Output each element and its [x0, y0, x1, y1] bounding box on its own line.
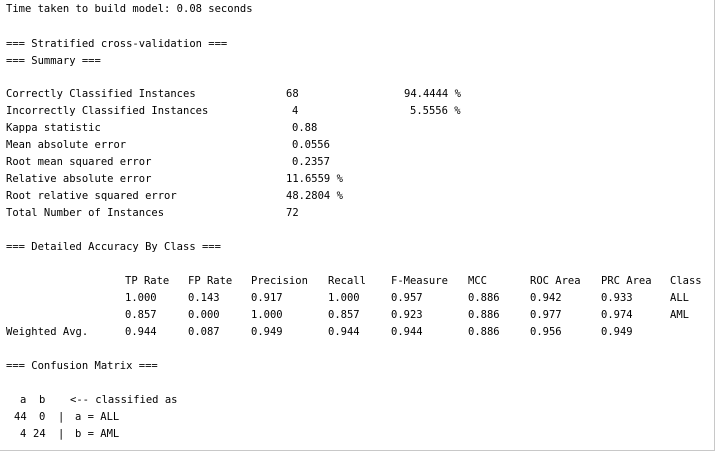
confusion-classified-as: <-- classified as [70, 394, 178, 406]
cell-wavg-fp-rate: 0.087 [188, 326, 220, 338]
rae-label: Relative absolute error [6, 173, 152, 185]
cell-all-precision: 0.917 [251, 292, 283, 304]
correct-label: Correctly Classified Instances [6, 88, 196, 100]
cell-all-f-measure: 0.957 [391, 292, 423, 304]
col-header-prc-area: PRC Area [601, 275, 652, 287]
confusion-r2-b: 24 [33, 428, 46, 440]
confusion-col-a: a [20, 394, 27, 406]
cell-all-class: ALL [670, 292, 689, 304]
col-header-tp-rate: TP Rate [125, 275, 170, 287]
col-header-precision: Precision [251, 275, 308, 287]
cell-all-recall: 1.000 [328, 292, 360, 304]
correct-pct: 94.4444 % [404, 88, 461, 100]
cell-all-fp-rate: 0.143 [188, 292, 220, 304]
cell-aml-roc-area: 0.977 [530, 309, 562, 321]
confusion-header: === Confusion Matrix === [6, 360, 158, 372]
kappa-value: 0.88 [292, 122, 318, 134]
mae-label: Mean absolute error [6, 139, 127, 151]
total-label: Total Number of Instances [6, 207, 165, 219]
confusion-r2-label: b = AML [75, 428, 120, 440]
cell-aml-mcc: 0.886 [468, 309, 500, 321]
cell-wavg-recall: 0.944 [328, 326, 360, 338]
total-value: 72 [286, 207, 299, 219]
rae-value: 11.6559 % [286, 173, 343, 185]
confusion-col-b: b [39, 394, 46, 406]
mae-value: 0.0556 [292, 139, 330, 151]
cell-wavg-roc-area: 0.956 [530, 326, 562, 338]
confusion-r1-label: a = ALL [75, 411, 120, 423]
cell-wavg-tp-rate: 0.944 [125, 326, 157, 338]
cell-wavg-prc-area: 0.949 [601, 326, 633, 338]
incorrect-pct: 5.5556 % [410, 105, 461, 117]
accuracy-header: === Detailed Accuracy By Class === [6, 241, 221, 253]
cell-aml-fp-rate: 0.000 [188, 309, 220, 321]
rrse-label: Root relative squared error [6, 190, 177, 202]
col-header-roc-area: ROC Area [530, 275, 581, 287]
cell-aml-class: AML [670, 309, 689, 321]
summary-header: === Summary === [6, 55, 101, 67]
confusion-r2-a: 4 [20, 428, 27, 440]
cell-aml-tp-rate: 0.857 [125, 309, 157, 321]
cell-wavg-mcc: 0.886 [468, 326, 500, 338]
cell-all-roc-area: 0.942 [530, 292, 562, 304]
cell-wavg-f-measure: 0.944 [391, 326, 423, 338]
cell-aml-f-measure: 0.923 [391, 309, 423, 321]
col-header-f-measure: F-Measure [391, 275, 448, 287]
col-header-fp-rate: FP Rate [188, 275, 233, 287]
cell-all-tp-rate: 1.000 [125, 292, 157, 304]
confusion-r1-b: 0 [39, 411, 46, 423]
cell-aml-recall: 0.857 [328, 309, 360, 321]
col-header-recall: Recall [328, 275, 366, 287]
rrse-value: 48.2804 % [286, 190, 343, 202]
cell-all-prc-area: 0.933 [601, 292, 633, 304]
rmse-value: 0.2357 [292, 156, 330, 168]
kappa-label: Kappa statistic [6, 122, 101, 134]
incorrect-value: 4 [292, 105, 299, 117]
classifier-output-panel[interactable]: Time taken to build model: 0.08 seconds … [0, 0, 715, 451]
rmse-label: Root mean squared error [6, 156, 152, 168]
weighted-avg-label: Weighted Avg. [6, 326, 89, 338]
cell-all-mcc: 0.886 [468, 292, 500, 304]
incorrect-label: Incorrectly Classified Instances [6, 105, 209, 117]
confusion-r2-sep: | [58, 428, 65, 440]
col-header-class: Class [670, 275, 702, 287]
cell-wavg-precision: 0.949 [251, 326, 283, 338]
cell-aml-prc-area: 0.974 [601, 309, 633, 321]
cell-aml-precision: 1.000 [251, 309, 283, 321]
confusion-r1-sep: | [58, 411, 65, 423]
confusion-r1-a: 44 [14, 411, 27, 423]
build-time-text: Time taken to build model: 0.08 seconds [6, 3, 253, 15]
col-header-mcc: MCC [468, 275, 487, 287]
cv-header: === Stratified cross-validation === [6, 38, 228, 50]
correct-value: 68 [286, 88, 299, 100]
